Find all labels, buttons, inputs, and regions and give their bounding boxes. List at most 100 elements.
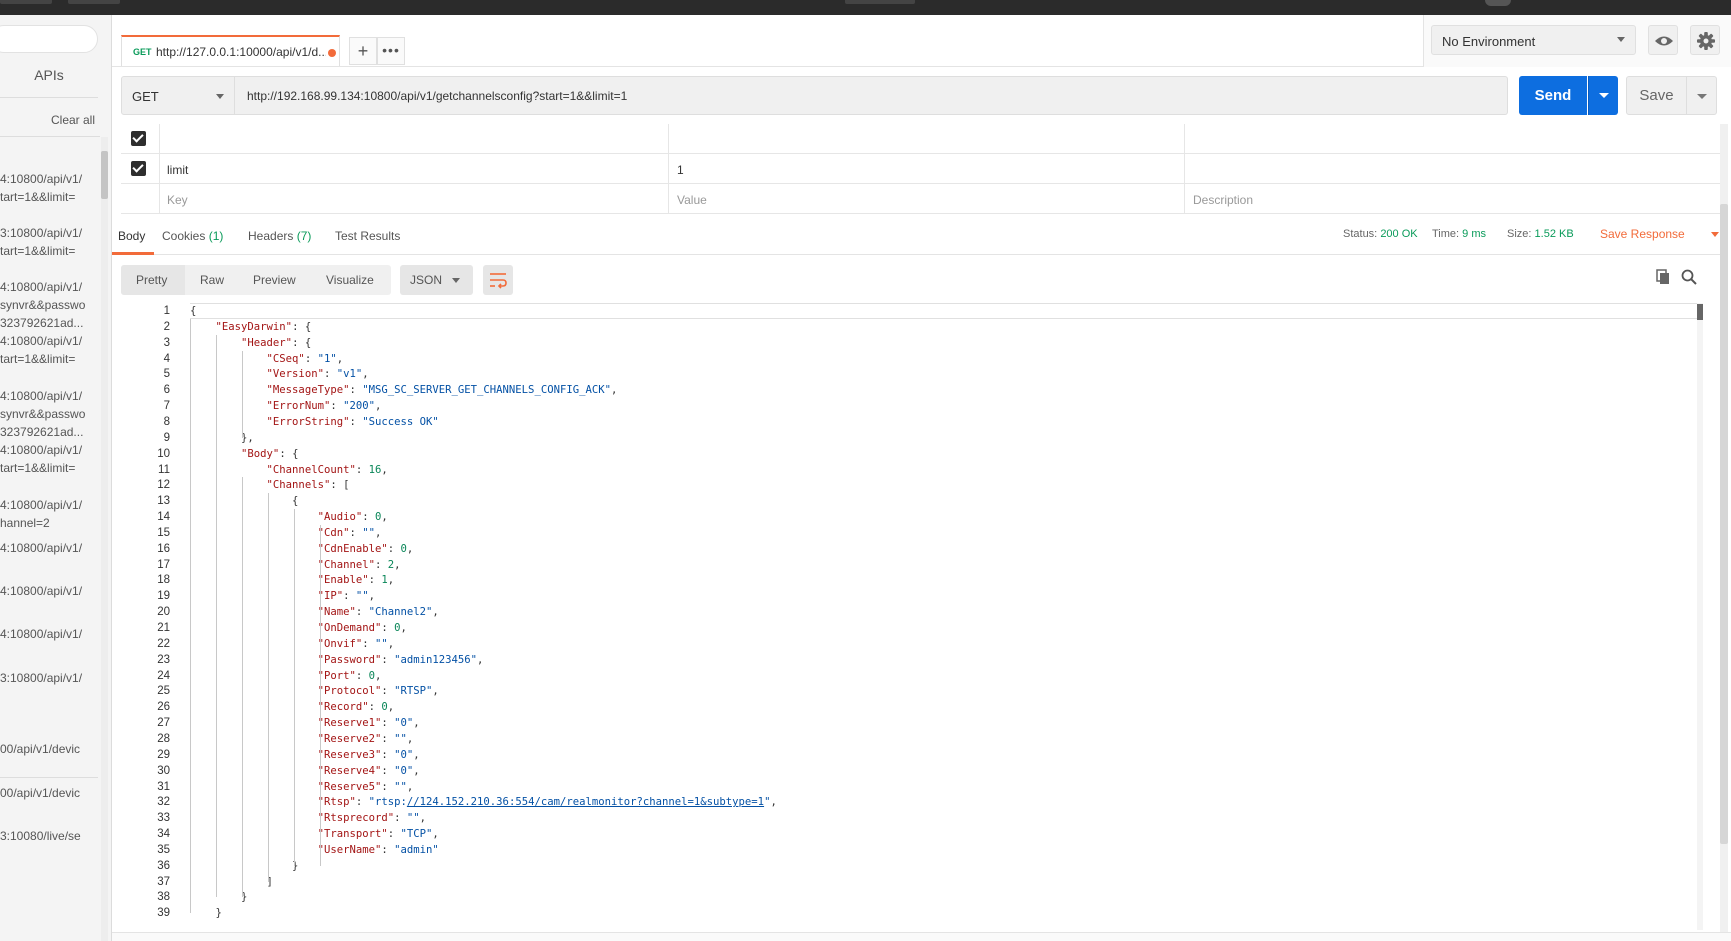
sidebar-scrollbar[interactable] [101,137,108,941]
history-item[interactable]: 4:10800/api/v1/synvr&&passwo 323792621ad.… [0,387,98,441]
view-raw-button[interactable]: Raw [200,273,224,287]
code-line: 14 "Audio": 0, [112,509,1720,525]
view-mode-toolbar: Pretty Raw Preview Visualize [121,265,391,295]
code-text: "Reserve4": "0", [317,764,420,777]
history-item-text: 3:10800/api/v1/ [0,671,83,685]
history-item[interactable]: 4:10800/api/v1/hannel=2 [0,496,98,532]
format-select-value: JSON [410,273,443,287]
param-value-placeholder[interactable]: Value [677,193,707,207]
scrollbar-thumb[interactable] [1697,304,1703,320]
history-item[interactable]: 4:10800/api/v1/synvr&&passwo 323792621ad.… [0,278,98,332]
tab-body[interactable]: Body [118,229,145,243]
sidebar-tab-apis[interactable]: APIs [0,67,98,83]
history-item[interactable]: 4:10800/api/v1/tart=1&&limit= [0,441,98,477]
indent-guide [294,509,295,866]
param-key-placeholder[interactable]: Key [159,193,188,207]
response-tabs: Body Cookies (1) Headers (7) Test Result… [112,218,1720,255]
param-checkbox[interactable] [131,131,146,146]
line-number: 31 [157,780,170,793]
divider [1184,124,1185,154]
code-line: 24 "Port": 0, [112,668,1720,684]
history-item[interactable]: 4:10800/api/v1/tart=1&&limit= [0,170,98,206]
history-item[interactable]: 3:10800/api/v1/ [0,669,98,687]
code-text: "Rtsprecord": "", [317,812,427,825]
history-item-text: tart=1&&limit= [0,190,76,204]
code-line: 32 "Rtsp": "rtsp://124.152.210.36:554/ca… [112,794,1720,810]
param-key[interactable]: limit [159,163,188,177]
code-line: 29 "Reserve3": "0", [112,747,1720,763]
line-number: 2 [163,320,170,333]
scrollbar-thumb[interactable] [101,151,108,199]
code-text: "Name": "Channel2", [317,606,439,619]
history-item-text: hannel=2 [0,516,50,530]
main-scrollbar[interactable] [1720,124,1728,937]
param-checkbox[interactable] [131,161,146,176]
history-item[interactable]: 00/api/v1/devic [0,784,98,802]
search-icon[interactable] [1680,268,1698,286]
method-select[interactable]: GET [121,76,235,115]
sidebar-search-input[interactable] [0,25,98,53]
code-line: 25 "Protocol": "RTSP", [112,683,1720,699]
code-line: 39 } [112,905,1720,921]
chevron-down-icon[interactable] [1711,232,1719,237]
history-item[interactable]: 4:10800/api/v1/ [0,539,98,557]
line-number: 27 [157,717,170,730]
url-input[interactable]: http://192.168.99.134:10800/api/v1/getch… [235,76,1508,115]
history-item-text: 4:10800/api/v1/ [0,334,83,348]
response-body-editor[interactable]: 1{2 "EasyDarwin": {3 "Header": {4 "CSeq"… [112,302,1720,932]
tab-cookies-label: Cookies [162,229,206,243]
format-select[interactable]: JSON [400,265,473,295]
save-options-button[interactable] [1687,76,1717,115]
indent-guide [242,477,243,898]
scrollbar-thumb[interactable] [1720,204,1728,844]
history-item[interactable]: 00/api/v1/devic [0,740,98,758]
history-item[interactable]: 3:10080/live/se [0,827,98,845]
param-value[interactable]: 1 [677,163,684,177]
code-line: 23 "Password": "admin123456", [112,652,1720,668]
top-bar-button[interactable] [68,0,120,4]
view-pretty-button[interactable]: Pretty [136,273,167,287]
params-table: limit 1 Key Value Description [121,124,1721,214]
history-item[interactable]: 4:10800/api/v1/ [0,582,98,600]
line-number: 37 [157,875,170,888]
line-number: 14 [157,511,170,524]
clear-all-button[interactable]: Clear all [51,113,95,127]
save-button[interactable]: Save [1626,76,1687,115]
copy-icon[interactable] [1654,268,1672,286]
code-text: "Rtsp": "rtsp://124.152.210.36:554/cam/r… [317,796,777,809]
divider [668,154,669,184]
top-bar-button[interactable] [0,0,52,4]
tab-headers[interactable]: Headers (7) [248,229,311,243]
history-item[interactable]: 3:10800/api/v1/tart=1&&limit= [0,224,98,260]
code-line: 35 "UserName": "admin" [112,842,1720,858]
line-number: 4 [163,352,170,365]
view-preview-button[interactable]: Preview [253,273,296,287]
request-tab[interactable]: GET http://127.0.0.1:10000/api/v1/d... [121,35,340,67]
more-tabs-button[interactable]: ••• [377,37,405,65]
tab-test-results[interactable]: Test Results [335,229,400,243]
send-button[interactable]: Send [1519,76,1587,115]
environment-quick-look-button[interactable] [1648,25,1678,55]
line-number: 38 [157,891,170,904]
save-response-button[interactable]: Save Response [1600,227,1685,241]
editor-scrollbar[interactable] [1697,303,1703,930]
history-item-text: 323792621ad... [0,425,84,439]
param-description-placeholder[interactable]: Description [1193,193,1253,207]
view-visualize-button[interactable]: Visualize [326,273,374,287]
settings-button[interactable] [1690,25,1720,55]
wrap-lines-button[interactable] [483,265,513,295]
response-size: Size: 1.52 KB [1507,228,1574,240]
indent-guide [190,318,191,914]
code-text: "CSeq": "1", [266,352,344,365]
tab-cookies[interactable]: Cookies (1) [162,229,223,243]
history-item[interactable]: 4:10800/api/v1/tart=1&&limit= [0,332,98,368]
code-text: "OnDemand": 0, [317,622,407,634]
avatar[interactable] [1485,0,1511,6]
environment-select[interactable]: No Environment [1431,25,1636,55]
send-options-button[interactable] [1588,76,1618,115]
history-item[interactable]: 4:10800/api/v1/ [0,625,98,643]
top-bar-button[interactable] [845,0,915,4]
code-line: 22 "Onvif": "", [112,636,1720,652]
new-tab-button[interactable]: + [349,37,377,65]
method-select-value: GET [132,89,159,104]
